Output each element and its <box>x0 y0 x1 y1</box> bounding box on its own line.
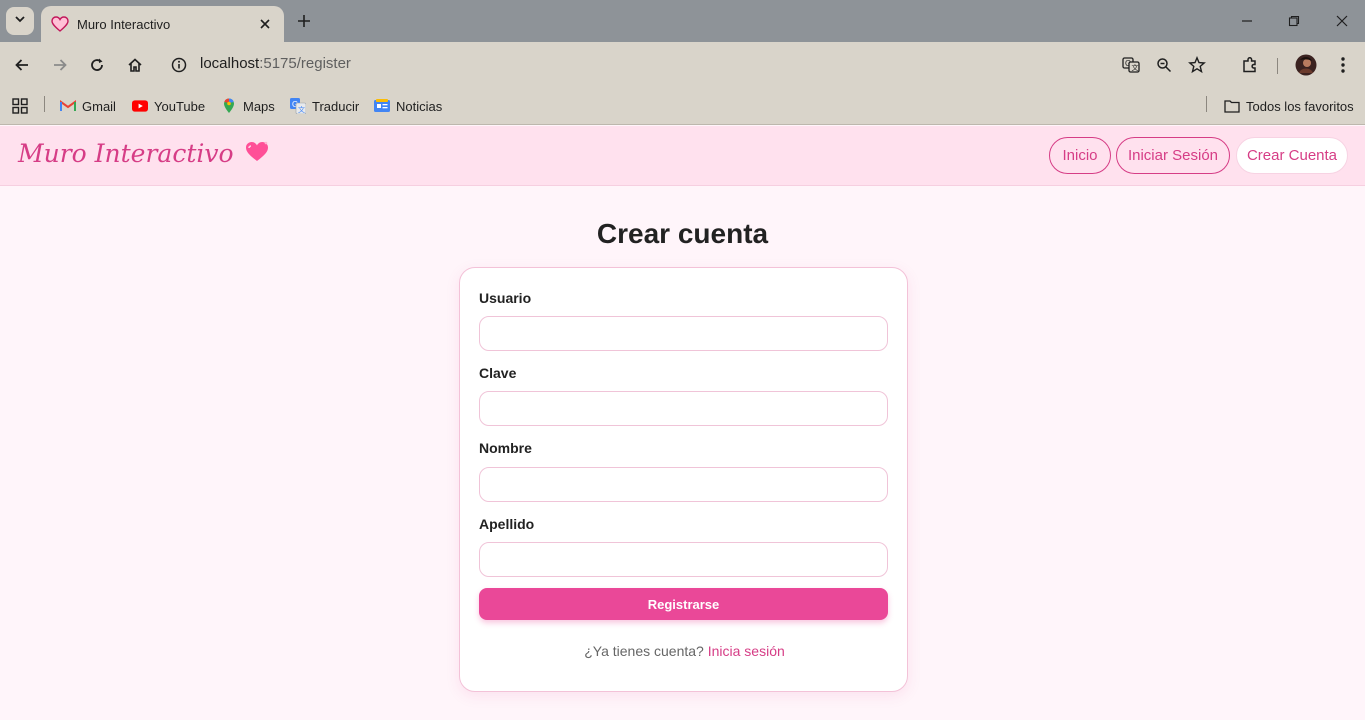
close-window-icon[interactable] <box>1319 6 1365 36</box>
youtube-icon <box>132 98 148 114</box>
site-info-icon[interactable] <box>165 51 193 79</box>
nombre-input[interactable] <box>479 467 888 502</box>
bookmark-noticias[interactable]: Noticias <box>374 96 442 116</box>
browser-toolbar: localhost:5175/register G文 <box>0 42 1365 88</box>
apellido-label: Apellido <box>479 516 535 532</box>
bookmark-gmail[interactable]: Gmail <box>60 96 116 116</box>
chevron-down-icon <box>14 12 26 30</box>
folder-icon <box>1224 98 1240 114</box>
toolbar-divider <box>1277 58 1278 74</box>
bookmark-label: Gmail <box>82 98 116 114</box>
register-card: Usuario Clave Nombre Apellido Registrars… <box>459 267 908 692</box>
nav-crear-cuenta[interactable]: Crear Cuenta <box>1236 137 1348 174</box>
browser-menu-icon[interactable] <box>1329 51 1357 79</box>
zoom-icon[interactable] <box>1150 51 1178 79</box>
reload-icon[interactable] <box>83 51 111 79</box>
clave-label: Clave <box>479 365 517 381</box>
page-title: Crear cuenta <box>596 218 769 249</box>
apellido-input[interactable] <box>479 542 888 577</box>
tab-search-button[interactable] <box>6 7 34 35</box>
bookmark-label: YouTube <box>154 98 206 114</box>
bookmarks-divider <box>44 96 45 112</box>
url-host: localhost <box>200 55 260 72</box>
bookmark-traducir[interactable]: G文 Traducir <box>290 96 359 116</box>
tab-title: Muro Interactivo <box>77 16 171 32</box>
bookmark-star-icon[interactable] <box>1183 51 1211 79</box>
bookmark-label: Noticias <box>396 98 443 114</box>
address-bar[interactable]: localhost:5175/register <box>200 55 351 72</box>
login-prompt: ¿Ya tienes cuenta? Inicia sesión <box>460 643 909 659</box>
profile-avatar[interactable] <box>1292 51 1320 79</box>
browser-tab-strip: Muro Interactivo <box>0 0 1365 42</box>
login-prompt-text: ¿Ya tienes cuenta? <box>584 643 704 659</box>
brand-title: Muro Interactivo <box>18 139 234 168</box>
browser-tab[interactable]: Muro Interactivo <box>41 6 284 42</box>
gmail-icon <box>60 98 76 114</box>
nav-inicio[interactable]: Inicio <box>1049 137 1111 174</box>
brand-logo[interactable]: Muro Interactivo <box>18 139 270 168</box>
usuario-label: Usuario <box>479 290 532 306</box>
all-bookmarks-label: Todos los favoritos <box>1246 98 1354 114</box>
svg-text:文: 文 <box>298 105 305 114</box>
bookmark-label: Maps <box>243 98 275 114</box>
maps-pin-icon <box>221 98 237 114</box>
extensions-puzzle-icon[interactable] <box>1236 51 1264 79</box>
usuario-input[interactable] <box>479 316 888 351</box>
translate-icon[interactable]: G文 <box>1117 51 1145 79</box>
back-arrow-icon[interactable] <box>8 51 36 79</box>
svg-text:文: 文 <box>1132 63 1139 72</box>
google-translate-icon: G文 <box>290 98 306 114</box>
url-path: :5175/register <box>259 55 351 72</box>
nombre-label: Nombre <box>479 440 532 456</box>
bookmark-youtube[interactable]: YouTube <box>132 96 205 116</box>
clave-input[interactable] <box>479 391 888 426</box>
registrarse-button[interactable]: Registrarse <box>479 588 888 620</box>
bookmark-label: Traducir <box>312 98 360 114</box>
google-news-icon <box>374 98 390 114</box>
all-bookmarks-folder[interactable]: Todos los favoritos <box>1224 96 1354 116</box>
forward-arrow-icon[interactable] <box>46 51 74 79</box>
sparkling-heart-icon <box>244 140 270 167</box>
app-header: Muro Interactivo Inicio Iniciar Sesión C… <box>0 126 1365 186</box>
new-tab-plus-icon[interactable] <box>292 9 316 33</box>
apps-grid-icon[interactable] <box>12 96 28 116</box>
inicia-sesion-link[interactable]: Inicia sesión <box>708 643 785 659</box>
close-tab-icon[interactable] <box>256 15 274 33</box>
minimize-window-icon[interactable] <box>1224 6 1270 36</box>
bookmarks-bar: Gmail YouTube Maps G文 Traducir Noticias … <box>0 88 1365 125</box>
bookmarks-divider <box>1206 96 1207 112</box>
home-icon[interactable] <box>121 51 149 79</box>
restore-window-icon[interactable] <box>1271 6 1317 36</box>
heart-favicon-icon <box>51 15 69 33</box>
bookmark-maps[interactable]: Maps <box>221 96 275 116</box>
nav-iniciar-sesion[interactable]: Iniciar Sesión <box>1116 137 1230 174</box>
